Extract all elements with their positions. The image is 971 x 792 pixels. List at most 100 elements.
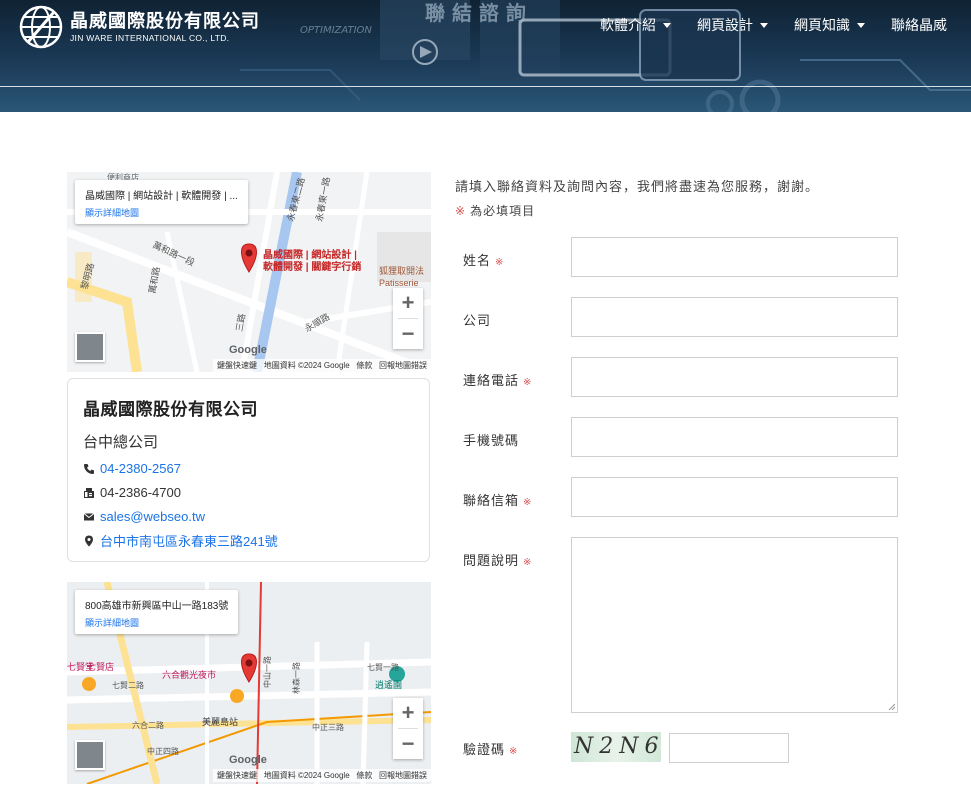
field-label-captcha: 驗證碼 ※	[463, 739, 518, 758]
map-kaohsiung[interactable]: 六合觀光夜市 美麗島站 逍遙園 七賢一路 七賢二路 六合二路 中正三路 中正四路…	[67, 582, 431, 784]
map2-attr-data: 地圖資料 ©2024 Google	[263, 771, 350, 780]
map1-place-card: 晶威國際 | 網站設計 | 軟體開發 | ... 顯示詳細地圖	[75, 180, 248, 224]
map1-poi-1: 狐狸取開法	[379, 265, 424, 276]
required-star: ※	[523, 557, 533, 568]
map1-attr-keyboard[interactable]: 鍵盤快速鍵	[217, 361, 257, 370]
map-taichung[interactable]: 便利商店 狐狸取開法 Patisserie 永春東二路 黎明路 萬和路 永順路 …	[67, 172, 431, 372]
map2-place-11: 七賢店	[87, 661, 114, 672]
field-label-email-text: 聯絡信箱	[463, 493, 520, 508]
map1-google-logo: Google	[229, 344, 267, 356]
caret-down-icon	[760, 22, 768, 28]
zoom-in-button[interactable]: +	[393, 698, 423, 728]
fax-icon	[84, 487, 94, 498]
info-fax: 04-2386-4700	[100, 485, 181, 500]
info-phone-row: 04-2380-2567	[83, 461, 414, 476]
map2-attr-terms[interactable]: 條款	[356, 771, 372, 780]
globe-logo-icon	[19, 5, 63, 49]
required-star: ※	[509, 746, 519, 757]
map1-attribution: 鍵盤快速鍵 地圖資料 ©2024 Google 條款 回報地圖錯誤	[213, 359, 431, 372]
map2-place-8: 林森一路	[291, 662, 301, 694]
map2-place-0: 六合觀光夜市	[162, 669, 216, 680]
map2-attribution: 鍵盤快速鍵 地圖資料 ©2024 Google 條款 回報地圖錯誤	[213, 769, 431, 782]
map2-zoom-control: + −	[393, 698, 423, 759]
resize-handle-icon[interactable]	[887, 702, 895, 710]
info-address-link[interactable]: 台中市南屯區永春東三路241號	[100, 531, 278, 550]
map1-view-larger-link[interactable]: 顯示詳細地圖	[85, 206, 238, 219]
nav-web-design-label: 網頁設計	[697, 17, 753, 33]
zoom-in-button[interactable]: +	[393, 288, 423, 318]
map2-google-logo: Google	[229, 754, 267, 766]
info-address-row: 台中市南屯區永春東三路241號	[83, 531, 414, 550]
caret-down-icon	[663, 22, 671, 28]
header-bg-text-1: 聯 結 諮 詢	[425, 1, 526, 25]
map2-attr-keyboard[interactable]: 鍵盤快速鍵	[217, 771, 257, 780]
map1-pin-label-2: 軟體開發 | 關鍵字行銷	[263, 260, 361, 273]
map1-satellite-toggle[interactable]	[75, 332, 105, 362]
map1-attr-report[interactable]: 回報地圖錯誤	[379, 361, 427, 370]
nav-web-knowledge[interactable]: 網頁知識	[794, 14, 865, 36]
map2-place-2: 逍遙園	[375, 679, 402, 690]
map1-pin-label-1: 晶威國際 | 網站設計 |	[263, 248, 357, 261]
info-fax-row: 04-2386-4700	[83, 485, 414, 500]
question-textarea[interactable]	[571, 537, 898, 713]
field-label-company: 公司	[463, 310, 491, 329]
header-divider-line	[0, 86, 971, 87]
field-label-question: 問題說明 ※	[463, 550, 532, 569]
company-name-cn: 晶威國際股份有限公司	[70, 11, 260, 31]
nav-contact-label: 聯絡晶威	[891, 17, 947, 33]
company-info-card: 晶威國際股份有限公司 台中總公司 04-2380-2567 04-2386-47…	[67, 378, 430, 562]
map2-place-6: 中正三路	[312, 722, 344, 732]
map2-place-3: 七賢一路	[367, 662, 399, 672]
map2-place-1: 美麗島站	[202, 716, 238, 727]
map2-place-4: 七賢二路	[112, 680, 144, 690]
field-label-mobile-text: 手機號碼	[463, 433, 520, 448]
map2-place-9: 中山一路	[262, 656, 272, 688]
company-logo[interactable]: 晶威國際股份有限公司 JIN WARE INTERNATIONAL CO., L…	[18, 4, 260, 50]
map1-attr-data: 地圖資料 ©2024 Google	[263, 361, 350, 370]
captcha-image[interactable]: N2N6	[571, 732, 661, 762]
zoom-out-button[interactable]: −	[393, 319, 423, 349]
info-company-name: 晶威國際股份有限公司	[83, 400, 258, 419]
field-label-email: 聯絡信箱 ※	[463, 490, 532, 509]
form-intro-text: 請填入聯絡資料及詢問內容，我們將盡速為您服務，謝謝。	[455, 179, 820, 194]
main-nav: 軟體介紹 網頁設計 網頁知識 聯絡晶威	[574, 14, 947, 36]
nav-web-design[interactable]: 網頁設計	[697, 14, 768, 36]
field-label-mobile: 手機號碼	[463, 430, 519, 449]
map1-card-title: 晶威國際 | 網站設計 | 軟體開發 | ...	[85, 191, 238, 202]
field-label-phone: 連絡電話 ※	[463, 370, 532, 389]
map2-satellite-toggle[interactable]	[75, 740, 105, 770]
phone-input[interactable]	[571, 357, 898, 397]
site-header: 聯 結 諮 詢 OPTIMIZATION 晶威國際股份有限公司 JIN WARE…	[0, 0, 971, 112]
email-input[interactable]	[571, 477, 898, 517]
required-note: ※ 為必填項目	[455, 202, 535, 219]
field-label-name: 姓名 ※	[463, 250, 504, 269]
name-input[interactable]	[571, 237, 898, 277]
field-label-name-text: 姓名	[463, 253, 492, 268]
company-input[interactable]	[571, 297, 898, 337]
nav-contact[interactable]: 聯絡晶威	[891, 14, 947, 36]
map2-attr-report[interactable]: 回報地圖錯誤	[379, 771, 427, 780]
map-marker-icon	[85, 535, 93, 546]
header-bg-text-2: OPTIMIZATION	[300, 25, 372, 36]
required-mark: ※	[455, 204, 467, 218]
required-star: ※	[523, 497, 533, 508]
nav-software-label: 軟體介紹	[600, 17, 656, 33]
field-label-question-text: 問題說明	[463, 553, 520, 568]
nav-software[interactable]: 軟體介紹	[600, 14, 671, 36]
nav-web-knowledge-label: 網頁知識	[794, 17, 850, 33]
captcha-input[interactable]	[669, 733, 789, 763]
zoom-out-button[interactable]: −	[393, 729, 423, 759]
field-label-captcha-text: 驗證碼	[463, 742, 506, 757]
mobile-input[interactable]	[571, 417, 898, 457]
info-phone-link[interactable]: 04-2380-2567	[100, 461, 181, 476]
required-star: ※	[495, 257, 505, 268]
map2-place-7: 中正四路	[147, 746, 179, 756]
field-label-phone-text: 連絡電話	[463, 373, 520, 388]
map1-attr-terms[interactable]: 條款	[356, 361, 372, 370]
field-label-company-text: 公司	[463, 313, 492, 328]
info-email-row: sales@webseo.tw	[83, 509, 414, 524]
info-email-link[interactable]: sales@webseo.tw	[100, 509, 205, 524]
required-note-text: 為必填項目	[470, 204, 536, 218]
envelope-icon	[83, 512, 95, 520]
map2-view-larger-link[interactable]: 顯示詳細地圖	[85, 616, 228, 629]
